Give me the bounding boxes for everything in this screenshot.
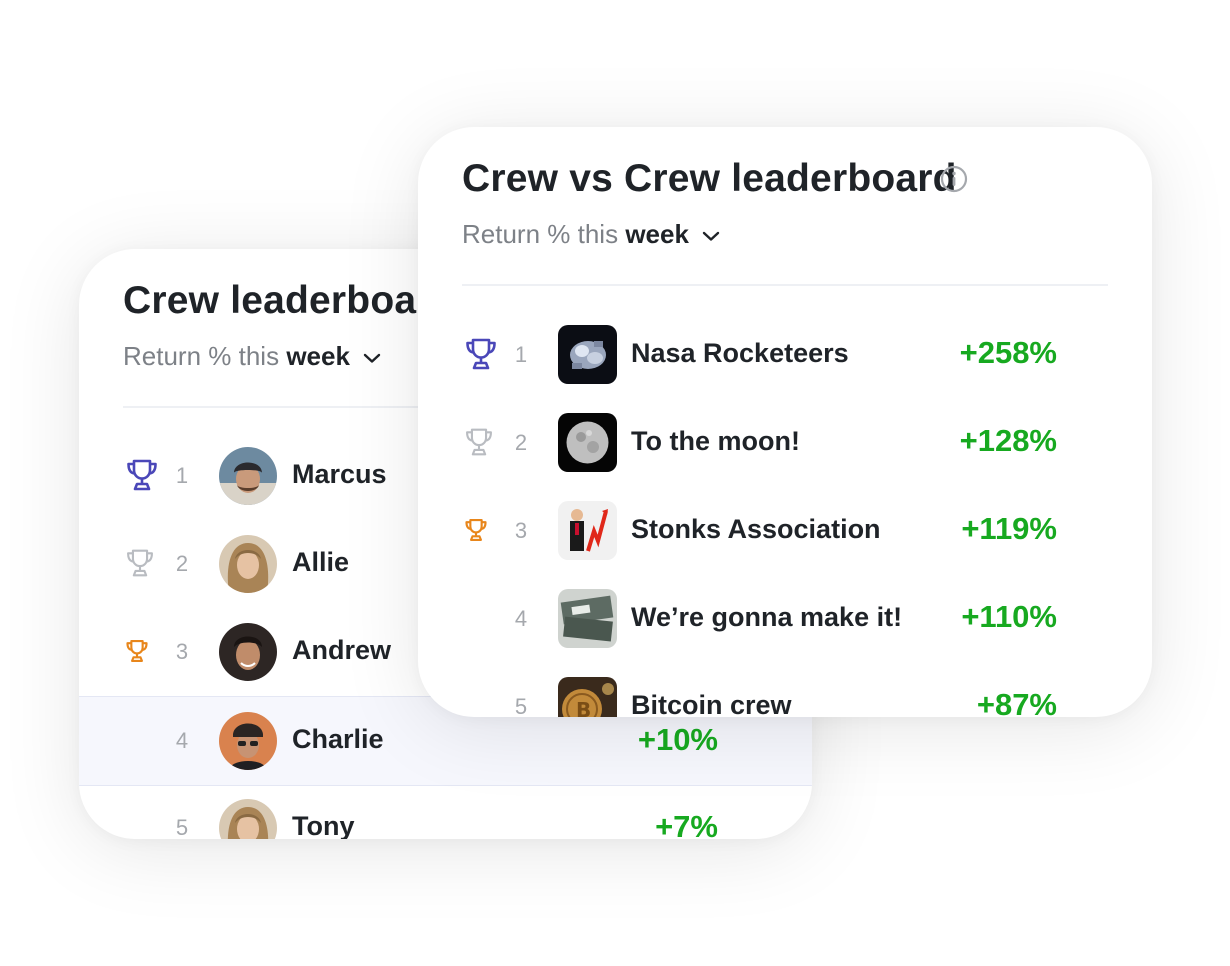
period-selector[interactable]: Return % this week: [462, 219, 720, 250]
avatar: [219, 535, 277, 593]
crew-image: [558, 413, 617, 472]
crew-row[interactable]: 3 Stonks Association +119%: [418, 487, 1152, 575]
period-value: week: [625, 219, 689, 249]
period-selector[interactable]: Return % this week: [123, 341, 381, 372]
member-name: Tony: [292, 811, 355, 839]
divider: [462, 284, 1108, 286]
info-icon[interactable]: [940, 165, 968, 193]
subtitle-prefix: Return % this: [123, 341, 280, 371]
stage: Crew leaderboard Return % this week 1 Ma…: [0, 0, 1230, 966]
return-value: +128%: [959, 423, 1057, 458]
crew-row[interactable]: 2 To the moon! +128%: [418, 399, 1152, 487]
rank-number: 3: [514, 518, 528, 543]
return-value: +119%: [961, 511, 1057, 546]
crew-image: B: [558, 677, 617, 717]
subtitle-prefix: Return % this: [462, 219, 619, 249]
crew-name: Bitcoin crew: [631, 690, 792, 717]
rank-number: 3: [175, 639, 189, 664]
avatar: [219, 623, 277, 681]
crew-name: To the moon!: [631, 426, 800, 456]
bronze-trophy-icon: [464, 518, 488, 542]
avatar: [219, 799, 277, 839]
rank-number: 1: [175, 463, 189, 488]
crew-row[interactable]: 4 We’re gonna make it! +110%: [418, 575, 1152, 663]
rank-number: 1: [514, 342, 528, 367]
crew-image: [558, 589, 617, 648]
chevron-down-icon: [363, 353, 381, 363]
member-name: Charlie: [292, 724, 384, 754]
silver-trophy-icon: [464, 427, 494, 457]
chevron-down-icon: [702, 231, 720, 241]
avatar: [219, 447, 277, 505]
avatar: [219, 712, 277, 770]
bronze-trophy-icon: [125, 639, 149, 663]
silver-trophy-icon: [125, 548, 155, 578]
crew-row[interactable]: 1 Nasa Rocketeers +258%: [418, 311, 1152, 399]
return-value: +7%: [655, 809, 718, 839]
svg-text:B: B: [576, 698, 591, 717]
crew-vs-crew-leaderboard-card: Crew vs Crew leaderboard Return % this w…: [418, 127, 1152, 717]
return-value: +87%: [976, 687, 1057, 717]
rank-number: 5: [514, 694, 528, 717]
member-name: Andrew: [292, 635, 392, 665]
crew-row[interactable]: 5 B Bitcoin crew +87%: [418, 663, 1152, 717]
gold-trophy-icon: [125, 458, 159, 492]
crew-image: [558, 325, 617, 384]
gold-trophy-icon: [464, 337, 498, 371]
crew-vs-crew-title: Crew vs Crew leaderboard: [462, 157, 957, 200]
leaderboard-row[interactable]: 5 Tony +7%: [79, 784, 812, 839]
crew-name: We’re gonna make it!: [631, 602, 903, 632]
rank-number: 4: [175, 728, 189, 753]
period-value: week: [286, 341, 350, 371]
rank-number: 2: [175, 551, 189, 576]
crew-name: Stonks Association: [631, 514, 881, 544]
rank-number: 2: [514, 430, 528, 455]
member-name: Marcus: [292, 459, 387, 489]
return-value: +258%: [959, 335, 1057, 370]
rank-number: 5: [175, 815, 189, 839]
member-name: Allie: [292, 547, 350, 577]
return-value: +10%: [637, 722, 718, 757]
crew-name: Nasa Rocketeers: [631, 338, 849, 368]
return-value: +110%: [961, 599, 1057, 634]
rank-number: 4: [514, 606, 528, 631]
crew-image: [558, 501, 617, 560]
crew-leaderboard-title: Crew leaderboard: [123, 279, 456, 322]
